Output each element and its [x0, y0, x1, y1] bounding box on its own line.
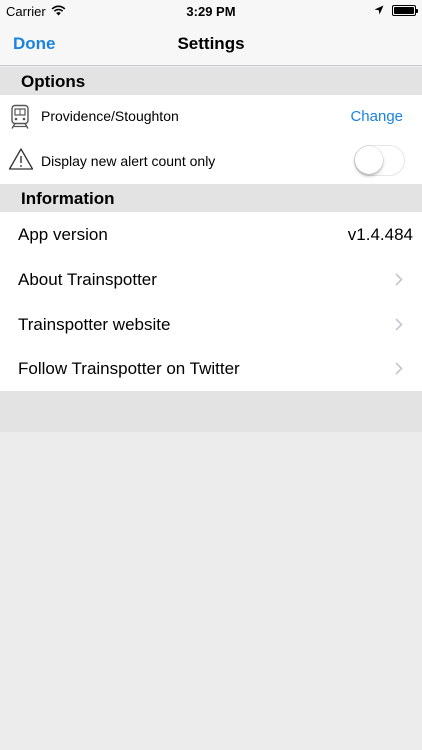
page-title: Settings [177, 34, 245, 53]
battery-icon [392, 5, 418, 16]
section-header-options: Options [0, 67, 422, 95]
status-bar: Carrier 3:29 PM [0, 0, 422, 22]
website-label: Trainspotter website [18, 315, 171, 334]
empty-background [0, 432, 422, 750]
warning-icon [8, 147, 34, 176]
line-label: Providence/Stoughton [41, 108, 179, 124]
chevron-right-icon [395, 318, 403, 336]
status-right [374, 3, 418, 18]
status-time: 3:29 PM [186, 4, 236, 19]
alert-count-label: Display new alert count only [41, 153, 216, 169]
app-version-row: App version v1.4.484 [0, 212, 422, 257]
alert-count-row: Display new alert count only [0, 139, 422, 184]
alert-count-toggle[interactable] [354, 145, 405, 176]
line-row: Providence/Stoughton Change [0, 95, 422, 139]
chevron-right-icon [395, 362, 403, 380]
section-header-label: Information [21, 189, 115, 208]
battery-fill [394, 7, 414, 14]
toggle-knob [355, 146, 383, 174]
section-header-label: Options [21, 72, 86, 91]
chevron-right-icon [395, 273, 403, 291]
change-button[interactable]: Change [350, 108, 403, 125]
twitter-label: Follow Trainspotter on Twitter [18, 359, 240, 378]
website-row[interactable]: Trainspotter website [0, 302, 422, 347]
about-row[interactable]: About Trainspotter [0, 257, 422, 302]
twitter-row[interactable]: Follow Trainspotter on Twitter [0, 346, 422, 391]
train-icon [9, 104, 31, 135]
about-label: About Trainspotter [18, 270, 157, 289]
app-version-value: v1.4.484 [347, 225, 413, 244]
section-footer [0, 391, 422, 432]
nav-bar: Done Settings [0, 22, 422, 66]
section-header-information: Information [0, 184, 422, 212]
app-version-label: App version [18, 225, 108, 244]
location-arrow-icon [374, 3, 384, 18]
